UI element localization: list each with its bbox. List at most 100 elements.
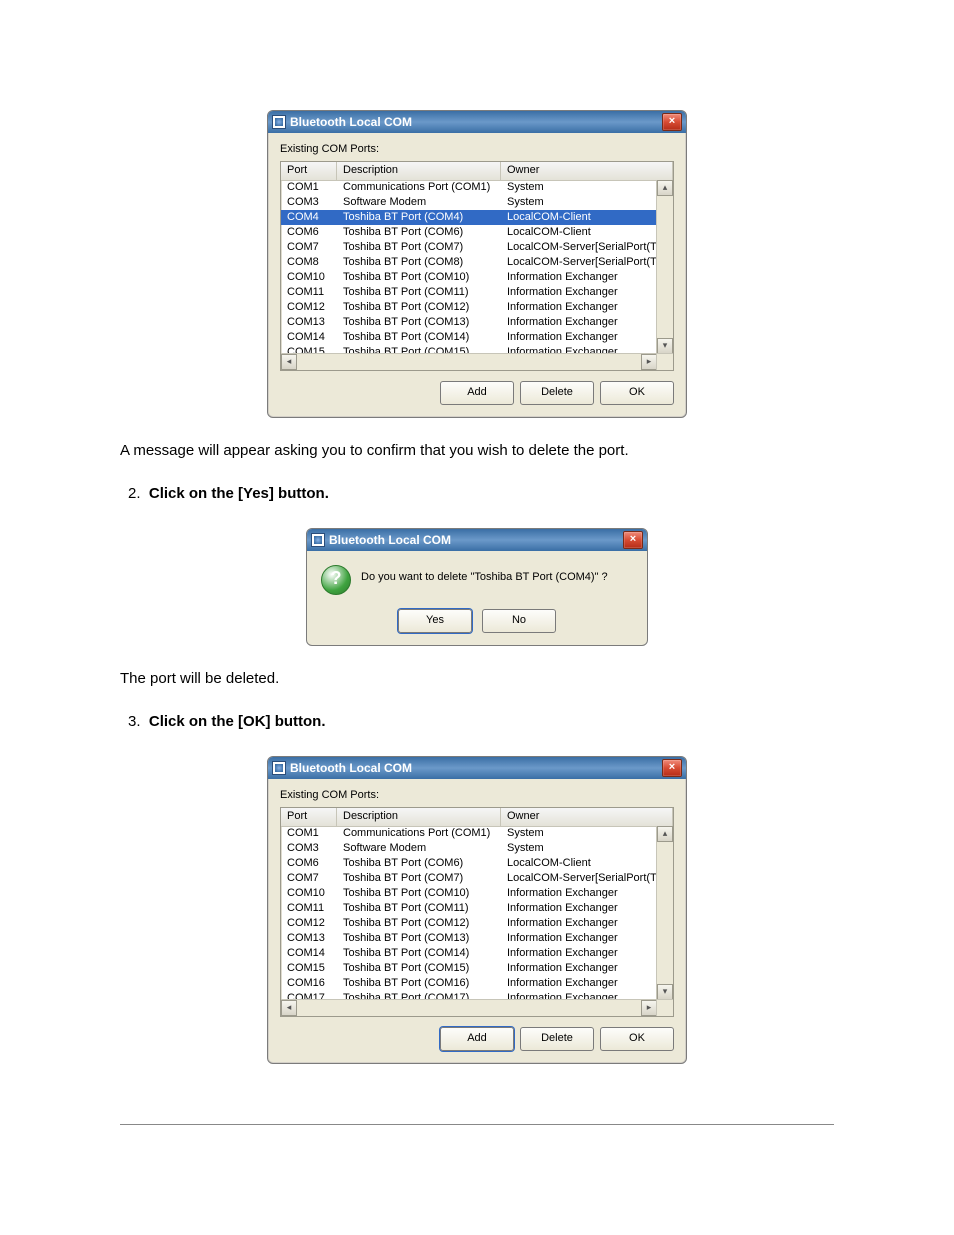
table-row[interactable]: COM12Toshiba BT Port (COM12)Information … (281, 916, 657, 931)
table-row[interactable]: COM4Toshiba BT Port (COM4)LocalCOM-Clien… (281, 210, 657, 225)
scroll-left-icon[interactable]: ◂ (281, 1000, 297, 1016)
cell-description: Toshiba BT Port (COM16) (337, 976, 501, 991)
table-row[interactable]: COM8Toshiba BT Port (COM8)LocalCOM-Serve… (281, 255, 657, 270)
scroll-up-icon[interactable]: ▴ (657, 826, 673, 842)
cell-port: COM14 (281, 946, 337, 961)
cell-port: COM4 (281, 210, 337, 225)
title-bar[interactable]: Bluetooth Local COM × (268, 757, 686, 779)
cell-description: Toshiba BT Port (COM14) (337, 330, 501, 345)
cell-owner: Information Exchanger (501, 916, 657, 931)
table-row[interactable]: COM14Toshiba BT Port (COM14)Information … (281, 330, 657, 345)
scroll-up-icon[interactable]: ▴ (657, 180, 673, 196)
title-bar[interactable]: Bluetooth Local COM × (307, 529, 647, 551)
cell-port: COM8 (281, 255, 337, 270)
header-owner[interactable]: Owner (501, 808, 673, 826)
table-row[interactable]: COM16Toshiba BT Port (COM16)Information … (281, 976, 657, 991)
cell-port: COM15 (281, 961, 337, 976)
ok-button[interactable]: OK (600, 1027, 674, 1051)
cell-port: COM14 (281, 330, 337, 345)
header-description[interactable]: Description (337, 808, 501, 826)
table-row[interactable]: COM3Software ModemSystem (281, 841, 657, 856)
table-row[interactable]: COM1Communications Port (COM1)System (281, 826, 657, 841)
header-owner[interactable]: Owner (501, 162, 673, 180)
header-port[interactable]: Port (281, 808, 337, 826)
question-icon (321, 565, 351, 595)
scroll-down-icon[interactable]: ▾ (657, 984, 673, 1000)
table-row[interactable]: COM6Toshiba BT Port (COM6)LocalCOM-Clien… (281, 225, 657, 240)
cell-description: Toshiba BT Port (COM6) (337, 856, 501, 871)
close-icon[interactable]: × (623, 531, 643, 549)
horizontal-scrollbar[interactable]: ◂ ▸ (281, 353, 657, 370)
no-button[interactable]: No (482, 609, 556, 633)
table-row[interactable]: COM7Toshiba BT Port (COM7)LocalCOM-Serve… (281, 240, 657, 255)
cell-owner: Information Exchanger (501, 315, 657, 330)
cell-port: COM7 (281, 240, 337, 255)
cell-owner: Information Exchanger (501, 901, 657, 916)
app-icon (272, 115, 286, 129)
cell-port: COM12 (281, 300, 337, 315)
cell-owner: Information Exchanger (501, 961, 657, 976)
table-row[interactable]: COM13Toshiba BT Port (COM13)Information … (281, 315, 657, 330)
yes-button[interactable]: Yes (398, 609, 472, 633)
cell-description: Toshiba BT Port (COM4) (337, 210, 501, 225)
delete-button[interactable]: Delete (520, 381, 594, 405)
cell-port: COM12 (281, 916, 337, 931)
table-row[interactable]: COM10Toshiba BT Port (COM10)Information … (281, 270, 657, 285)
header-description[interactable]: Description (337, 162, 501, 180)
table-row[interactable]: COM1Communications Port (COM1)System (281, 180, 657, 195)
table-row[interactable]: COM7Toshiba BT Port (COM7)LocalCOM-Serve… (281, 871, 657, 886)
window-title: Bluetooth Local COM (290, 761, 662, 775)
table-row[interactable]: COM11Toshiba BT Port (COM11)Information … (281, 901, 657, 916)
cell-description: Software Modem (337, 841, 501, 856)
table-row[interactable]: COM10Toshiba BT Port (COM10)Information … (281, 886, 657, 901)
close-icon[interactable]: × (662, 113, 682, 131)
message-text: Do you want to delete "Toshiba BT Port (… (361, 565, 608, 583)
table-row[interactable]: COM15Toshiba BT Port (COM15)Information … (281, 961, 657, 976)
cell-owner: Information Exchanger (501, 270, 657, 285)
app-icon (311, 533, 325, 547)
horizontal-scrollbar[interactable]: ◂ ▸ (281, 999, 657, 1016)
app-icon (272, 761, 286, 775)
cell-port: COM1 (281, 180, 337, 195)
table-row[interactable]: COM14Toshiba BT Port (COM14)Information … (281, 946, 657, 961)
ok-button[interactable]: OK (600, 381, 674, 405)
header-port[interactable]: Port (281, 162, 337, 180)
vertical-scrollbar[interactable]: ▴ ▾ (656, 826, 673, 1000)
com-ports-listview[interactable]: Port Description Owner COM1Communication… (280, 161, 674, 371)
cell-description: Toshiba BT Port (COM10) (337, 886, 501, 901)
delete-button[interactable]: Delete (520, 1027, 594, 1051)
cell-port: COM16 (281, 976, 337, 991)
step-number: 3. (128, 713, 141, 730)
listview-header[interactable]: Port Description Owner (281, 162, 673, 181)
cell-description: Communications Port (COM1) (337, 180, 501, 195)
cell-port: COM3 (281, 841, 337, 856)
vertical-scrollbar[interactable]: ▴ ▾ (656, 180, 673, 354)
com-ports-listview[interactable]: Port Description Owner COM1Communication… (280, 807, 674, 1017)
scroll-left-icon[interactable]: ◂ (281, 354, 297, 370)
title-bar[interactable]: Bluetooth Local COM × (268, 111, 686, 133)
cell-owner: LocalCOM-Server[SerialPort(TOSHIBA (501, 255, 657, 270)
cell-owner: LocalCOM-Client (501, 856, 657, 871)
scroll-right-icon[interactable]: ▸ (641, 1000, 657, 1016)
cell-description: Communications Port (COM1) (337, 826, 501, 841)
cell-owner: LocalCOM-Client (501, 210, 657, 225)
step-text: Click on the [OK] button. (149, 713, 326, 730)
table-row[interactable]: COM6Toshiba BT Port (COM6)LocalCOM-Clien… (281, 856, 657, 871)
cell-description: Toshiba BT Port (COM11) (337, 285, 501, 300)
table-row[interactable]: COM12Toshiba BT Port (COM12)Information … (281, 300, 657, 315)
close-icon[interactable]: × (662, 759, 682, 777)
cell-description: Software Modem (337, 195, 501, 210)
table-row[interactable]: COM13Toshiba BT Port (COM13)Information … (281, 931, 657, 946)
scroll-right-icon[interactable]: ▸ (641, 354, 657, 370)
table-row[interactable]: COM11Toshiba BT Port (COM11)Information … (281, 285, 657, 300)
listview-header[interactable]: Port Description Owner (281, 808, 673, 827)
cell-description: Toshiba BT Port (COM12) (337, 916, 501, 931)
cell-owner: LocalCOM-Server[SerialPort(TOSHIBA (501, 871, 657, 886)
table-row[interactable]: COM3Software ModemSystem (281, 195, 657, 210)
add-button[interactable]: Add (440, 381, 514, 405)
scroll-down-icon[interactable]: ▾ (657, 338, 673, 354)
cell-description: Toshiba BT Port (COM14) (337, 946, 501, 961)
body-text: A message will appear asking you to conf… (120, 442, 834, 459)
add-button[interactable]: Add (440, 1027, 514, 1051)
cell-owner: System (501, 826, 657, 841)
